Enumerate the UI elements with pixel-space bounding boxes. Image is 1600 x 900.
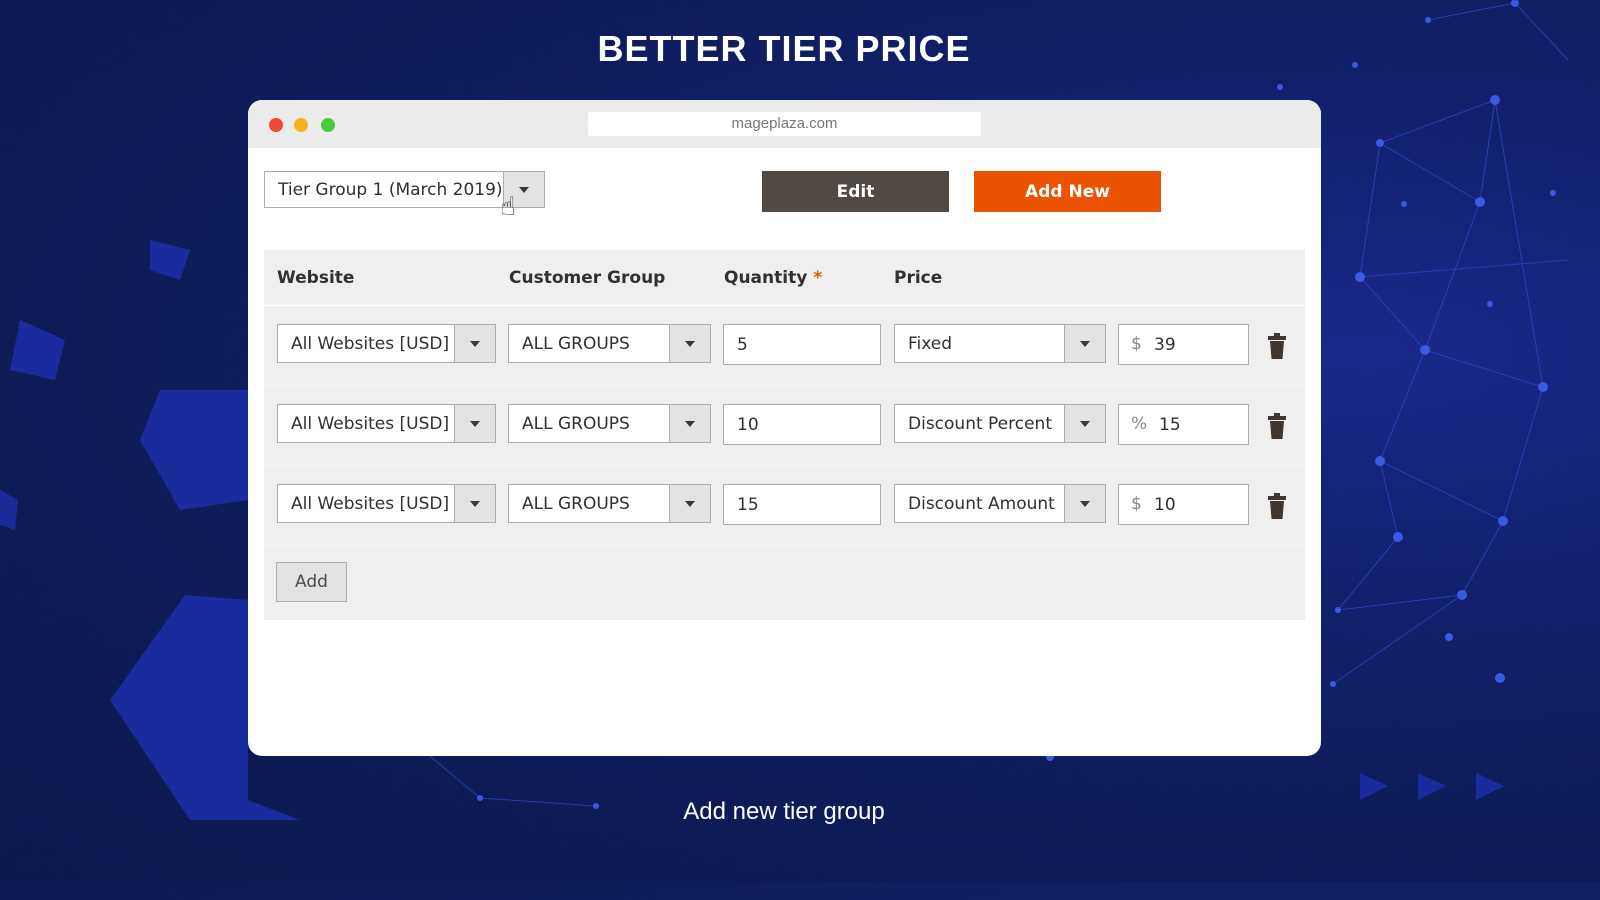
chevron-down-icon[interactable]: [669, 325, 710, 362]
add-new-button[interactable]: Add New: [974, 171, 1161, 212]
customer-group-value: ALL GROUPS: [522, 414, 630, 434]
website-value: All Websites [USD]: [291, 334, 450, 354]
chevron-down-icon[interactable]: [1064, 485, 1105, 522]
trash-icon[interactable]: [1267, 333, 1287, 359]
minimize-window-icon[interactable]: [294, 118, 308, 132]
price-type-select[interactable]: Fixed: [894, 324, 1106, 363]
table-header: Website Customer Group Quantity * Price: [264, 250, 1305, 306]
required-asterisk: *: [813, 268, 823, 288]
tier-group-selected-value: Tier Group 1 (March 2019): [278, 180, 503, 200]
table-row: All Websites [USD] ALL GROUPS 15 Discoun…: [264, 466, 1305, 546]
customer-group-value: ALL GROUPS: [522, 494, 630, 514]
edit-button[interactable]: Edit: [762, 171, 949, 212]
customer-group-select[interactable]: ALL GROUPS: [508, 324, 711, 363]
chevron-down-icon[interactable]: [454, 405, 495, 442]
header-customer-group: Customer Group: [509, 268, 666, 288]
customer-group-select[interactable]: ALL GROUPS: [508, 484, 711, 523]
header-website: Website: [277, 268, 355, 288]
address-bar[interactable]: mageplaza.com: [588, 112, 981, 136]
price-value: 10: [1154, 495, 1176, 515]
quantity-value: 5: [737, 335, 748, 355]
price-input[interactable]: $ 10: [1118, 484, 1249, 525]
price-type-value: Fixed: [908, 334, 953, 354]
trash-icon[interactable]: [1267, 413, 1287, 439]
price-type-value: Discount Amount: [908, 494, 1055, 514]
price-symbol: $: [1131, 334, 1142, 354]
page-title: BETTER TIER PRICE: [597, 28, 971, 69]
website-select[interactable]: All Websites [USD]: [277, 324, 496, 363]
customer-group-select[interactable]: ALL GROUPS: [508, 404, 711, 443]
price-type-value: Discount Percent: [908, 414, 1053, 434]
chevron-down-icon[interactable]: [454, 325, 495, 362]
website-value: All Websites [USD]: [291, 494, 450, 514]
quantity-value: 15: [737, 495, 759, 515]
price-value: 15: [1159, 415, 1181, 435]
quantity-input[interactable]: 15: [723, 484, 881, 525]
header-quantity: Quantity *: [724, 250, 822, 306]
price-input[interactable]: % 15: [1118, 404, 1249, 445]
header-quantity-label: Quantity: [724, 268, 808, 288]
chevron-down-icon[interactable]: [454, 485, 495, 522]
add-row-button[interactable]: Add: [276, 562, 347, 602]
table-row: All Websites [USD] ALL GROUPS 5 Fixed $ …: [264, 306, 1305, 386]
chevron-down-icon[interactable]: [669, 405, 710, 442]
price-value: 39: [1154, 335, 1176, 355]
browser-titlebar: mageplaza.com: [248, 100, 1321, 148]
website-select[interactable]: All Websites [USD]: [277, 404, 496, 443]
quantity-input[interactable]: 5: [723, 324, 881, 365]
chevron-down-icon[interactable]: [669, 485, 710, 522]
website-value: All Websites [USD]: [291, 414, 450, 434]
caption: Add new tier group: [683, 798, 885, 825]
tier-price-table: Website Customer Group Quantity * Price …: [264, 250, 1305, 620]
price-symbol: %: [1131, 414, 1148, 434]
trash-icon[interactable]: [1267, 493, 1287, 519]
price-symbol: $: [1131, 494, 1142, 514]
price-type-select[interactable]: Discount Amount: [894, 484, 1106, 523]
maximize-window-icon[interactable]: [321, 118, 335, 132]
price-type-select[interactable]: Discount Percent: [894, 404, 1106, 443]
hand-cursor-icon: ☝: [500, 192, 516, 222]
browser-window: mageplaza.com Tier Group 1 (March 2019) …: [248, 100, 1321, 756]
price-input[interactable]: $ 39: [1118, 324, 1249, 365]
chevron-down-icon[interactable]: [1064, 405, 1105, 442]
quantity-value: 10: [737, 415, 759, 435]
website-select[interactable]: All Websites [USD]: [277, 484, 496, 523]
table-row: All Websites [USD] ALL GROUPS 10 Discoun…: [264, 386, 1305, 466]
header-price: Price: [894, 268, 943, 288]
customer-group-value: ALL GROUPS: [522, 334, 630, 354]
chevron-down-icon[interactable]: [1064, 325, 1105, 362]
close-window-icon[interactable]: [269, 118, 283, 132]
quantity-input[interactable]: 10: [723, 404, 881, 445]
